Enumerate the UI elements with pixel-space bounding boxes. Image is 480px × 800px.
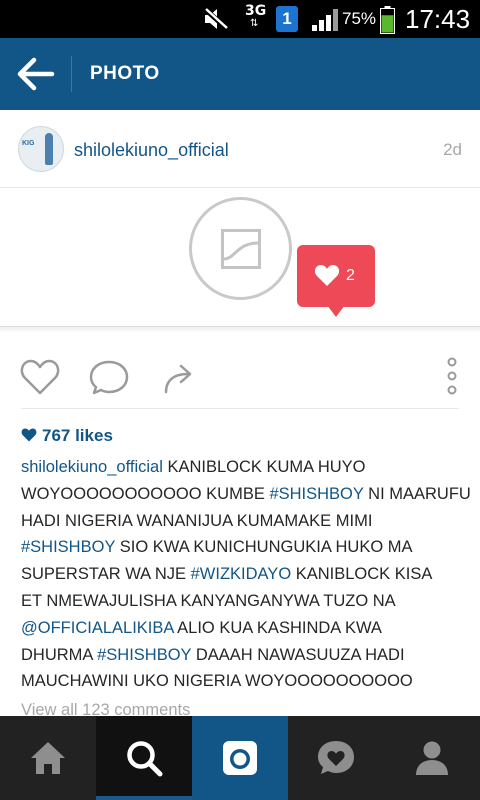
hashtag-link[interactable]: #WIZKIDAYO: [191, 565, 292, 583]
like-notification-count: 2: [346, 267, 355, 284]
post-actions: [0, 345, 480, 409]
caption-line: DHURMA #SHISHBOY DAAAH NAWASUUZA HADI: [21, 642, 461, 669]
sim-slot-badge: 1: [276, 6, 298, 32]
signal-icon: [312, 9, 338, 31]
network-type-label: 3G: [245, 3, 267, 19]
caption-line: WOYOOOOOOOOOOO KUMBE #SHISHBOY NI MAARUF…: [21, 481, 471, 508]
search-icon: [127, 741, 163, 777]
heart-icon: [314, 265, 340, 286]
back-arrow-icon: [17, 57, 55, 91]
photo-shadow: [0, 327, 480, 333]
battery-percent: 75%: [342, 9, 377, 28]
share-button[interactable]: [162, 360, 196, 394]
comment-button[interactable]: [89, 359, 129, 395]
more-options-button[interactable]: [441, 357, 463, 397]
caption-line: SUPERSTAR WA NJE #WIZKIDAYO KANIBLOCK KI…: [21, 561, 461, 588]
caption-line: ET NMEWAJULISHA KANYANGANYWA TUZO NA: [21, 588, 461, 615]
caption-text: ALIO KUA KASHINDA KWA: [173, 618, 382, 637]
caption-text: SUPERSTAR WA NJE: [21, 565, 191, 584]
data-activity-icon: ⇅: [250, 18, 259, 29]
heart-outline-icon: [20, 359, 60, 395]
nav-activity-tab[interactable]: [288, 716, 384, 800]
caption-text: ET NMEWAJULISHA KANYANGANYWA TUZO NA: [21, 591, 396, 610]
app-bar: PHOTO: [0, 38, 480, 110]
camera-icon: [223, 741, 257, 775]
caption-text: DHURMA: [21, 645, 98, 664]
battery-icon: [380, 6, 395, 34]
post-header: KIG shilolekiuno_official 2d: [0, 110, 480, 188]
caption-text: MAUCHAWINI UKO NIGERIA WOYOOOOOOOOOO: [21, 672, 413, 691]
hashtag-link[interactable]: #SHISHBOY: [21, 538, 115, 556]
activity-heart-icon: [318, 741, 354, 774]
hashtag-link[interactable]: #SHISHBOY: [97, 646, 191, 664]
home-icon: [31, 742, 65, 774]
caption-text: KANIBLOCK KISA: [291, 565, 433, 584]
caption-line: MAUCHAWINI UKO NIGERIA WOYOOOOOOOOOO: [21, 668, 461, 695]
caption-line: #SHISHBOY SIO KWA KUNICHUNGUKIA HUKO MA: [21, 534, 461, 561]
post-username[interactable]: shilolekiuno_official: [74, 140, 229, 160]
caption-text: KANIBLOCK KUMA HUYO: [162, 458, 366, 476]
likes-count: 767 likes: [42, 426, 113, 445]
caption-username-link[interactable]: shilolekiuno_official: [21, 458, 163, 476]
clock: 17:43: [405, 4, 471, 34]
post-age: 2d: [443, 140, 462, 159]
nav-home-tab[interactable]: [0, 716, 96, 800]
profile-icon: [416, 741, 448, 775]
like-button[interactable]: [19, 358, 61, 396]
share-icon: [164, 364, 192, 394]
status-bar: 3G ⇅ 1 75% 17:43: [0, 0, 480, 38]
likes-heart-icon: [21, 428, 37, 442]
caption-line: HADI NIGERIA WANANIJUA KUMAMAKE MIMI: [21, 508, 461, 535]
nav-search-tab[interactable]: [96, 716, 192, 800]
like-notification-bubble: 2: [297, 245, 375, 317]
caption-text: WOYOOOOOOOOOOO KUMBE: [21, 484, 270, 503]
more-vertical-icon: [447, 357, 457, 395]
caption-text: SIO KWA KUNICHUNGUKIA HUKO MA: [115, 538, 413, 557]
photo-area[interactable]: 2: [0, 188, 480, 333]
avatar[interactable]: KIG: [18, 126, 64, 172]
nav-profile-tab[interactable]: [384, 716, 480, 800]
back-button[interactable]: [14, 56, 58, 92]
page-title: PHOTO: [90, 63, 160, 84]
post-caption: shilolekiuno_official KANIBLOCK KUMA HUY…: [21, 454, 471, 695]
bottom-navigation: [0, 716, 480, 800]
avatar-text: KIG: [22, 140, 35, 147]
caption-line: shilolekiuno_official KANIBLOCK KUMA HUY…: [21, 454, 461, 481]
actions-divider: [21, 408, 459, 409]
photo-loading-placeholder: [189, 197, 292, 300]
caption-text: HADI NIGERIA WANANIJUA KUMAMAKE MIMI: [21, 511, 373, 530]
caption-text: DAAAH NAWASUUZA HADI: [191, 645, 405, 664]
mute-icon: [203, 7, 229, 31]
avatar-figure: [45, 133, 53, 165]
app-bar-divider: [71, 56, 72, 92]
hashtag-link[interactable]: #SHISHBOY: [269, 485, 363, 503]
image-placeholder-icon: [221, 229, 261, 269]
mention-link[interactable]: @OFFICIALALIKIBA: [21, 619, 173, 637]
caption-text: NI MAARUFU: [363, 484, 471, 503]
comment-icon: [89, 360, 129, 395]
nav-camera-tab[interactable]: [192, 716, 288, 800]
caption-line: @OFFICIALALIKIBA ALIO KUA KASHINDA KWA: [21, 615, 461, 642]
